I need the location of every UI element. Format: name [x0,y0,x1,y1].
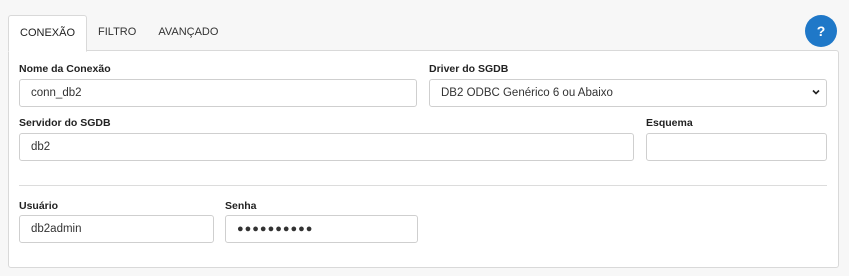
schema-label: Esquema [646,117,693,129]
user-input[interactable]: db2admin [19,215,214,243]
tab-bar: CONEXÃO FILTRO AVANÇADO [8,15,229,52]
driver-select[interactable]: DB2 ODBC Genérico 6 ou Abaixo [429,79,827,107]
tab-avancado[interactable]: AVANÇADO [147,15,229,50]
server-label: Servidor do SGDB [19,117,111,129]
driver-selected-value: DB2 ODBC Genérico 6 ou Abaixo [441,87,613,99]
tab-filtro[interactable]: FILTRO [87,15,147,50]
connection-name-input[interactable]: conn_db2 [19,79,417,107]
help-icon[interactable]: ? [805,15,837,47]
user-label: Usuário [19,200,59,212]
tab-conexao[interactable]: CONEXÃO [8,15,88,52]
driver-label: Driver do SGDB [429,63,509,75]
chevron-down-icon [812,89,820,95]
server-input[interactable]: db2 [19,133,634,161]
password-input[interactable]: ●●●●●●●●●● [225,215,418,243]
connection-name-label: Nome da Conexão [19,63,111,75]
section-divider [19,185,827,186]
schema-input[interactable] [646,133,827,161]
password-label: Senha [225,200,257,212]
